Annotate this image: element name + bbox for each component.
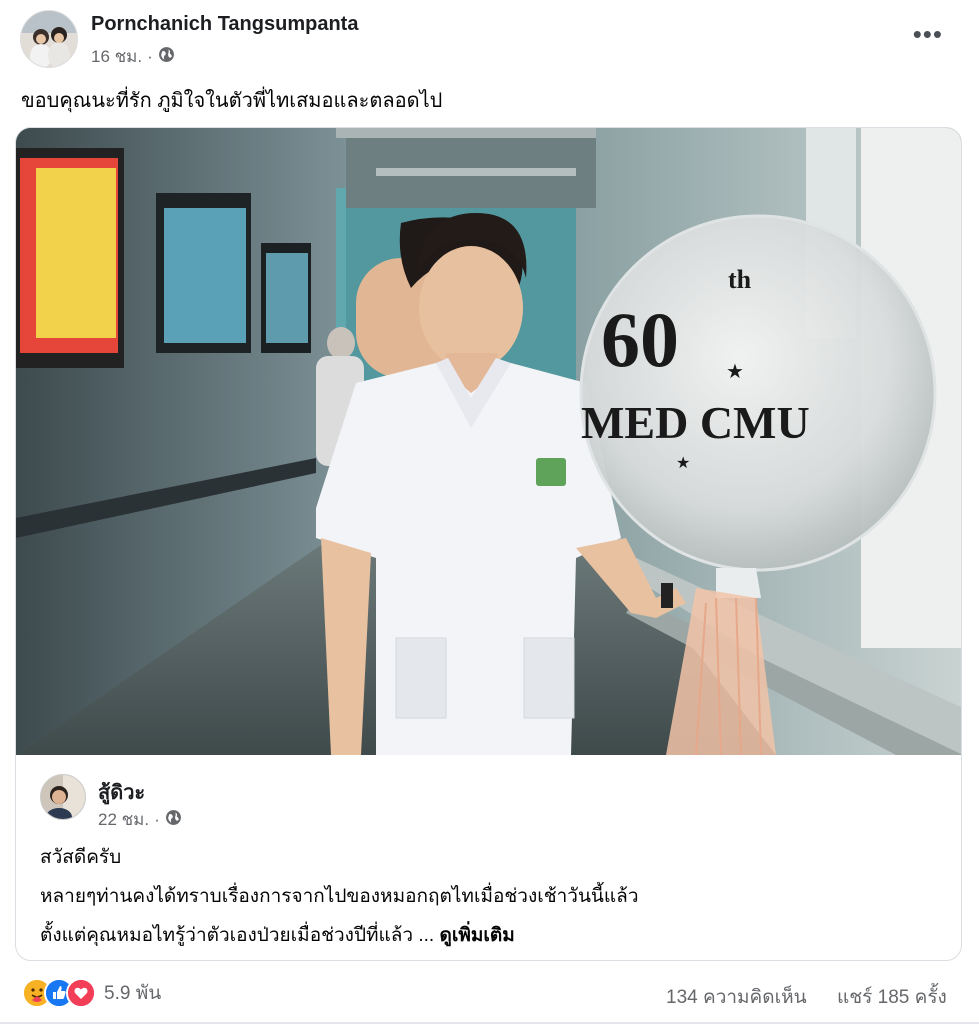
shared-text-line-1: สวัสดีครับ [40, 847, 122, 868]
balloon-th-text: th [728, 265, 752, 294]
shared-post-meta: 22 ชม. · [98, 806, 182, 833]
post-photo[interactable]: 60 th MED CMU ★ ★ [16, 128, 961, 756]
shares-count[interactable]: แชร์ 185 ครั้ง [837, 982, 947, 1012]
meta-separator: · [147, 46, 153, 66]
globe-icon [158, 46, 175, 68]
love-icon [66, 978, 96, 1008]
shared-text-line-3-content: ตั้งแต่คุณหมอไทรู้ว่าตัวเองป่วยเมื่อช่วง… [40, 925, 435, 946]
reactions-summary[interactable]: 5.9 พัน [22, 978, 161, 1008]
post-header: Pornchanich Tangsumpanta 16 ชม. · ••• [0, 0, 979, 80]
post-time[interactable]: 16 ชม. [91, 43, 142, 70]
shared-author-avatar[interactable] [40, 774, 86, 820]
author-avatar[interactable] [20, 10, 78, 68]
see-more-link[interactable]: ดูเพิ่มเติม [440, 925, 515, 946]
shared-post-time[interactable]: 22 ชม. [98, 806, 149, 833]
more-options-button[interactable]: ••• [913, 21, 943, 47]
author-name[interactable]: Pornchanich Tangsumpanta [91, 13, 358, 36]
post-footer: 5.9 พัน 134 ความคิดเห็น แชร์ 185 ครั้ง [0, 968, 979, 1018]
balloon-star-1: ★ [726, 361, 744, 383]
shared-post-card[interactable]: 60 th MED CMU ★ ★ สู้ดิวะ 22 ชม. · สวัสด… [15, 127, 962, 961]
shared-text-line-2: หลายๆท่านคงได้ทราบเรื่องการจากไปของหมอกฤ… [40, 886, 639, 907]
reaction-count: 5.9 พัน [104, 983, 162, 1004]
globe-icon [165, 809, 182, 831]
comments-count[interactable]: 134 ความคิดเห็น [666, 982, 807, 1012]
post-meta: 16 ชม. · [91, 43, 175, 70]
balloon-60-text: 60 [601, 296, 679, 383]
shared-text-line-3: ตั้งแต่คุณหมอไทรู้ว่าตัวเองป่วยเมื่อช่วง… [40, 920, 515, 950]
post-caption: ขอบคุณนะที่รัก ภูมิใจในตัวพี่ไทเสมอและตล… [21, 90, 443, 112]
shared-meta-separator: · [154, 809, 160, 829]
balloon-star-2: ★ [676, 455, 690, 472]
balloon-medcmu-text: MED CMU [581, 397, 810, 448]
shared-author-name[interactable]: สู้ดิวะ [98, 776, 145, 808]
